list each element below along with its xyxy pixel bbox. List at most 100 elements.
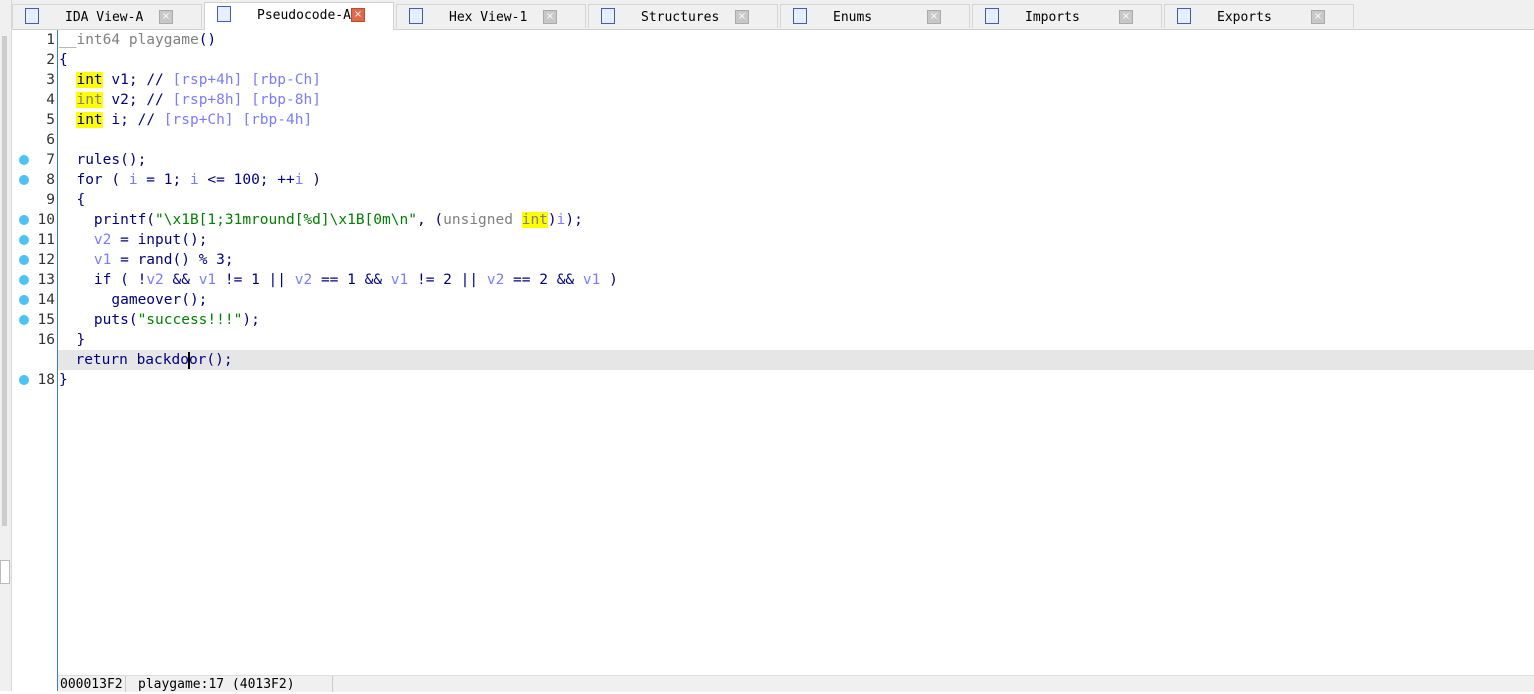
code-token: { [59, 52, 68, 68]
tab-label: Imports [1025, 10, 1080, 25]
code-token: = 1; [137, 172, 190, 188]
exports-icon [1177, 8, 1191, 24]
code-token: puts( [59, 312, 138, 328]
code-token: "success!!!" [137, 312, 243, 328]
code-token: } [59, 372, 68, 388]
code-token: int [76, 112, 103, 128]
tab-hex-view-1[interactable]: Hex View-1 × [396, 4, 586, 28]
tab-label: Pseudocode-A [257, 8, 351, 23]
code-token: int [76, 92, 103, 108]
tab-label: Exports [1217, 10, 1272, 25]
line-number: 14 [37, 292, 55, 308]
close-tab-icon[interactable]: × [927, 10, 941, 24]
code-text: } [59, 330, 85, 350]
code-line[interactable]: 18} [12, 370, 1534, 390]
tab-structures[interactable]: Structures × [588, 4, 778, 28]
code-token: ) [303, 172, 321, 188]
tab-ida-view-a[interactable]: IDA View-A × [12, 4, 202, 28]
code-token: gameover(); [59, 292, 208, 308]
code-token: or(); [188, 352, 233, 368]
code-text: v2 = input(); [59, 230, 208, 250]
code-text: puts("success!!!"); [59, 310, 260, 330]
line-number: 12 [37, 252, 55, 268]
tab-bar: IDA View-A × Pseudocode-A × Hex View-1 × Struc… [12, 0, 1534, 30]
code-token: __int64 [59, 32, 129, 48]
code-token: v1 [390, 272, 409, 288]
code-token: playgame [128, 32, 199, 48]
code-text: rules(); [59, 150, 146, 170]
code-text: gameover(); [59, 290, 207, 310]
code-token: v1 [582, 272, 601, 288]
hex-view-icon [409, 8, 423, 24]
code-token: int [76, 72, 103, 88]
code-line[interactable]: 13 if ( !v2 && v1 != 1 || v2 == 1 && v1 … [12, 270, 1534, 290]
code-line[interactable]: 14 gameover(); [12, 290, 1534, 310]
code-line[interactable]: 5 int i; // [rsp+Ch] [rbp-4h] [12, 110, 1534, 130]
code-token: i [189, 172, 199, 188]
line-number: 1 [46, 32, 55, 48]
status-location: playgame:17 (4013F2) [136, 676, 333, 692]
code-token: return backdo [58, 352, 189, 368]
line-number: 5 [46, 112, 55, 128]
line-number: 2 [46, 52, 55, 68]
line-number: 3 [46, 72, 55, 88]
code-token: printf( [59, 212, 156, 228]
code-token: , ( [416, 212, 444, 228]
code-line[interactable]: 15 puts("success!!!"); [12, 310, 1534, 330]
code-token: if ( ! [59, 272, 147, 288]
line-number: 7 [46, 152, 55, 168]
close-tab-icon[interactable]: × [735, 10, 749, 24]
code-line[interactable]: 16 } [12, 330, 1534, 350]
line-number: 13 [37, 272, 55, 288]
code-line[interactable]: 9 { [12, 190, 1534, 210]
enums-icon [793, 8, 807, 24]
tab-enums[interactable]: Enums × [780, 4, 970, 28]
code-line[interactable]: 2{ [12, 50, 1534, 70]
line-number: 18 [37, 372, 55, 388]
code-token: v1 [93, 252, 112, 268]
code-token: int [521, 212, 548, 228]
code-token: rules(); [59, 152, 147, 168]
scrollbar[interactable] [2, 36, 7, 526]
code-token: [rsp+8h] [rbp-8h] [172, 92, 321, 108]
code-token: = rand() % 3; [111, 252, 234, 268]
line-number: 4 [46, 92, 55, 108]
code-token: ) [547, 212, 557, 228]
close-tab-icon[interactable]: × [543, 10, 557, 24]
tab-label: IDA View-A [65, 10, 144, 25]
close-tab-icon[interactable]: × [159, 10, 173, 24]
code-text: return backdoor(); [58, 350, 233, 370]
code-text: __int64 playgame() [59, 30, 216, 50]
code-token: i [128, 172, 138, 188]
code-token: [rsp+4h] [rbp-Ch] [172, 72, 321, 88]
close-tab-icon[interactable]: × [351, 8, 365, 22]
close-tab-icon[interactable]: × [1311, 10, 1325, 24]
code-line[interactable]: 3 int v1; // [rsp+4h] [rbp-Ch] [12, 70, 1534, 90]
tab-exports[interactable]: Exports × [1164, 4, 1354, 28]
code-token: <= 100; ++ [198, 172, 295, 188]
pseudocode-editor[interactable]: 1 __int64 playgame() 2{3 int v1; // [rsp+4… [12, 30, 1534, 691]
imports-icon [985, 8, 999, 24]
code-token: v2 [486, 272, 505, 288]
code-token: != 2 || [408, 272, 487, 288]
code-line[interactable]: 10 printf("\x1B[1;31mround[%d]\x1B[0m\n"… [12, 210, 1534, 230]
close-tab-icon[interactable]: × [1119, 10, 1133, 24]
code-text: int i; // [rsp+Ch] [rbp-4h] [59, 110, 312, 130]
panel-handle[interactable] [0, 560, 10, 584]
code-text: { [59, 50, 68, 70]
code-line[interactable]: 6 [12, 130, 1534, 150]
code-line[interactable]: 4 int v2; // [rsp+8h] [rbp-8h] [12, 90, 1534, 110]
code-text: if ( !v2 && v1 != 1 || v2 == 1 && v1 != … [59, 270, 618, 290]
code-line[interactable]: 7 rules(); [12, 150, 1534, 170]
code-token: == 1 && [312, 272, 391, 288]
ida-view-icon [25, 8, 39, 24]
code-text: for ( i = 1; i <= 100; ++i ) [59, 170, 321, 190]
code-line[interactable]: 17 return backdoor(); [58, 350, 1534, 370]
code-line[interactable]: 12 v1 = rand() % 3; [12, 250, 1534, 270]
code-line[interactable]: 11 v2 = input(); [12, 230, 1534, 250]
code-line[interactable]: 1 __int64 playgame() [12, 30, 1534, 50]
tab-imports[interactable]: Imports × [972, 4, 1162, 28]
tab-pseudocode-a[interactable]: Pseudocode-A × [204, 2, 394, 30]
code-line[interactable]: 8 for ( i = 1; i <= 100; ++i ) [12, 170, 1534, 190]
